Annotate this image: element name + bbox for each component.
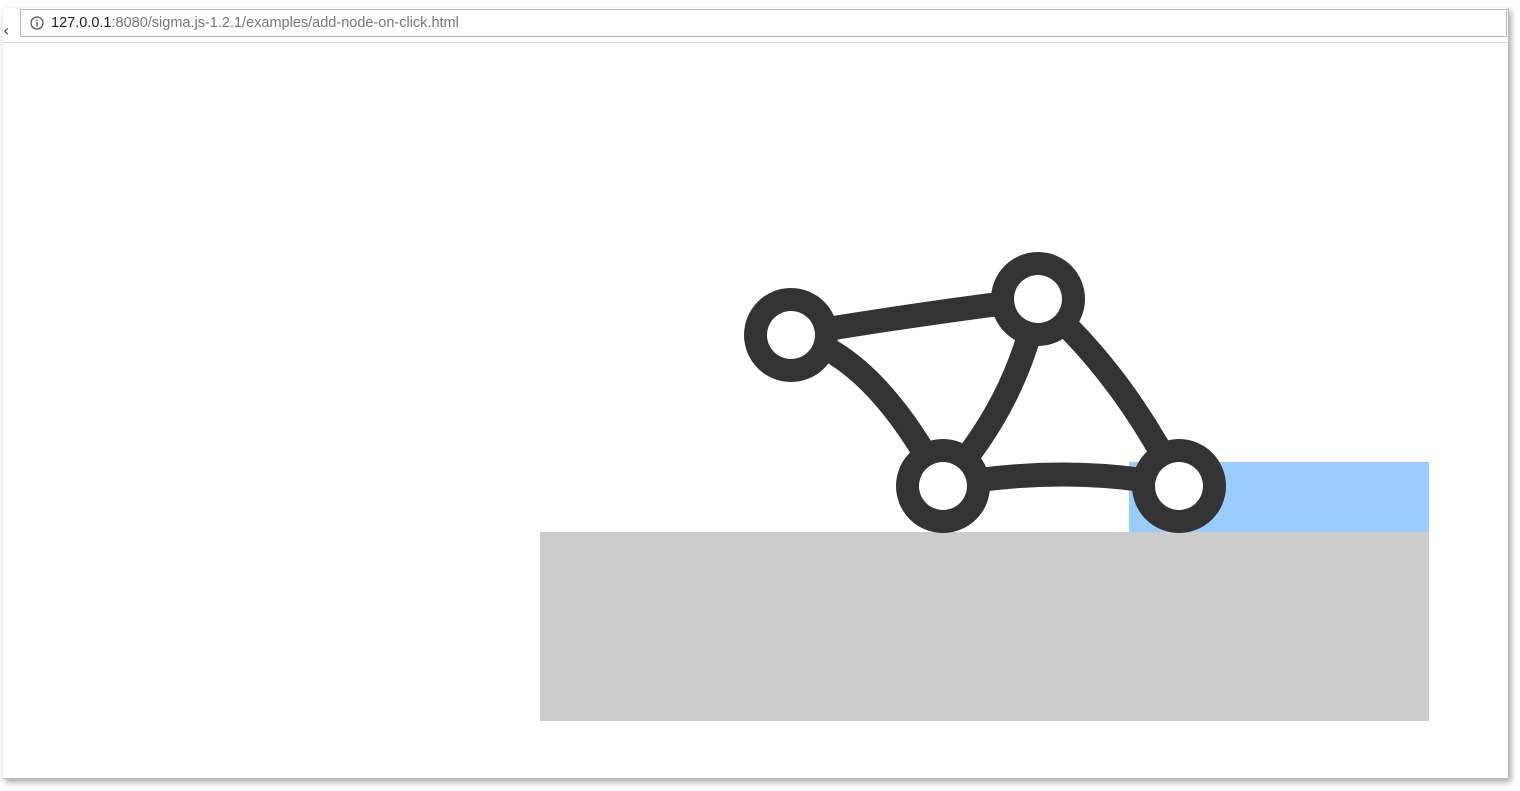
url-path: :8080/sigma.js-1.2.1/examples/add-node-o… [111,15,459,31]
graph-node-hole [1014,275,1062,323]
graph-node-hole [1155,462,1203,510]
graph-container[interactable] [540,532,1429,721]
page-content [3,43,1508,778]
browser-window: ‹ 127.0.0.1:8080/sigma.js-1.2.1/examples… [3,8,1509,779]
info-icon[interactable] [30,16,44,30]
address-bar[interactable]: 127.0.0.1:8080/sigma.js-1.2.1/examples/a… [20,9,1507,37]
graph-node-hole [919,462,967,510]
graph-node-hole [767,311,815,359]
sigma-graph-logo-icon [744,252,1226,533]
back-arrow-icon[interactable]: ‹ [3,20,11,42]
url-host: 127.0.0.1 [51,15,112,31]
url-text[interactable]: 127.0.0.1:8080/sigma.js-1.2.1/examples/a… [51,15,459,32]
